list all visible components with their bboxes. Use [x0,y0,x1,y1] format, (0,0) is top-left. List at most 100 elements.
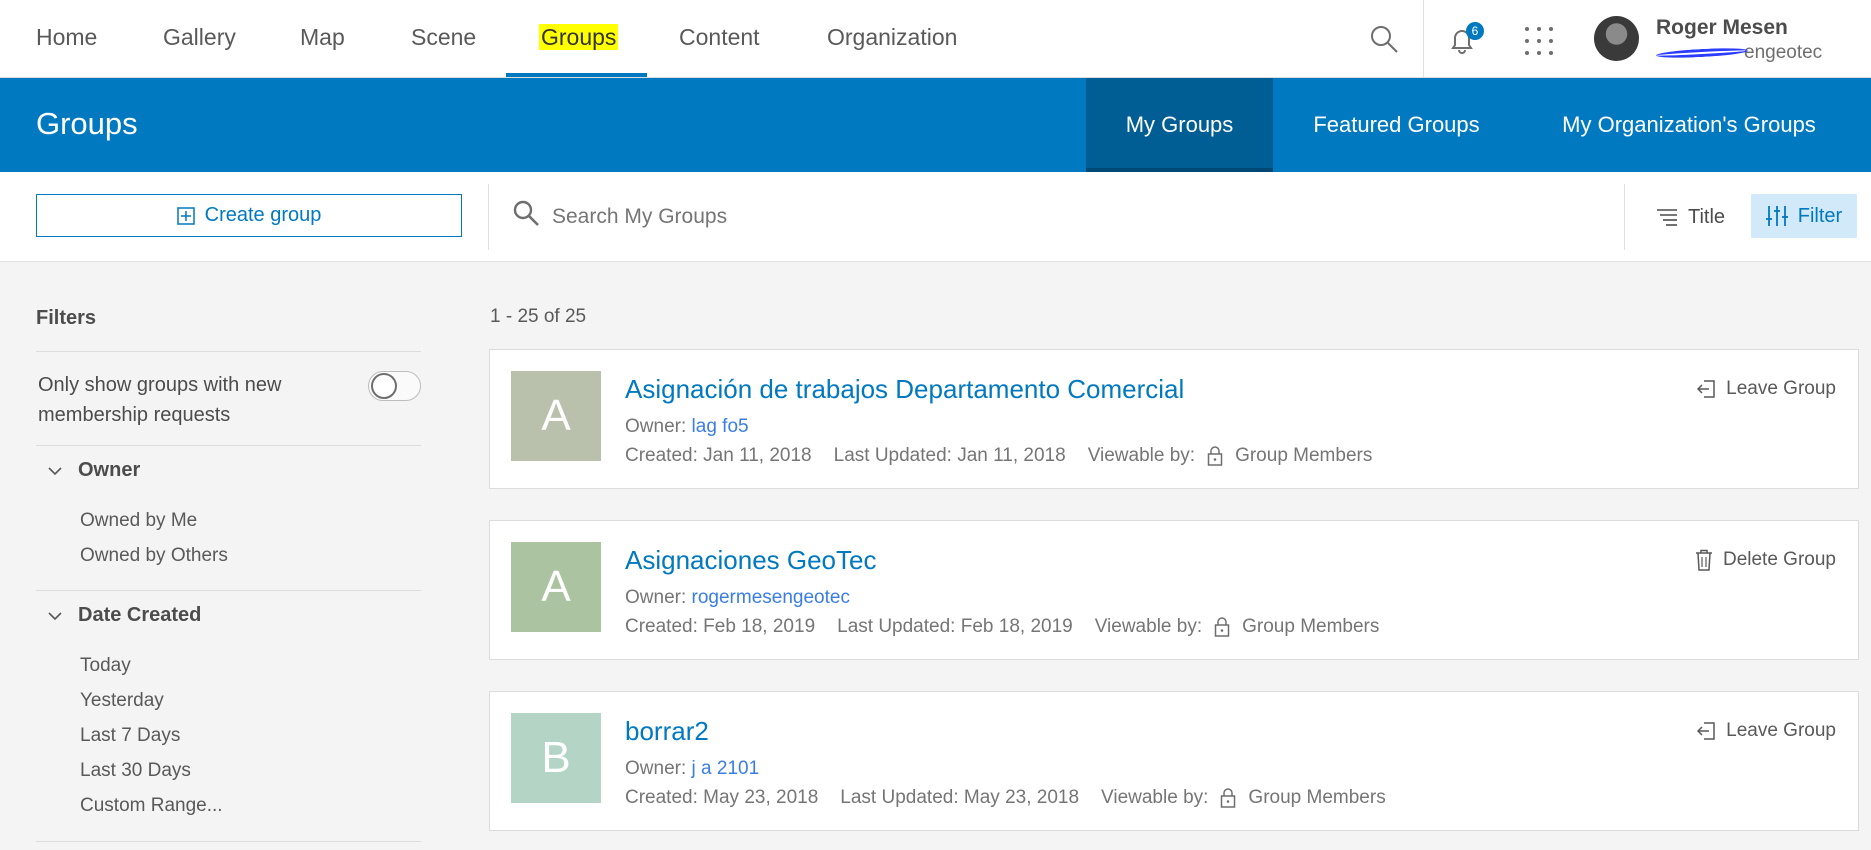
updated-date: May 23, 2018 [963,787,1080,808]
chevron-down-icon [48,611,62,621]
search-groups-input[interactable] [552,198,1112,236]
viewable-label: Viewable by: [1101,787,1209,808]
toolbar-divider [488,184,489,250]
created-date: May 23, 2018 [703,787,819,808]
group-thumbnail[interactable]: A [511,542,601,632]
group-owner: Owner: lag fo5 [625,416,749,438]
owner-section-header[interactable]: Owner [48,459,140,482]
filter-custom-range[interactable]: Custom Range... [80,795,223,817]
owner-name[interactable]: lag fo5 [692,416,749,437]
viewable-label: Viewable by: [1087,445,1196,466]
filter-button[interactable]: Filter [1751,194,1857,238]
group-thumbnail[interactable]: A [511,371,601,461]
group-card: A Asignaciones GeoTec Owner: rogermeseng… [489,520,1859,660]
group-meta: Created: Feb 18, 2019 Last Updated: Feb … [625,616,1379,638]
owner-label: Owner: [625,587,687,608]
sliders-icon [1765,205,1788,227]
group-owner: Owner: rogermesengeotec [625,587,850,609]
membership-requests-toggle[interactable] [368,371,421,401]
membership-requests-toggle-label: Only show groups with new membership req… [38,374,282,426]
tab-featured-groups[interactable]: Featured Groups [1273,78,1520,172]
nav-organization[interactable]: Organization [827,24,957,51]
lock-icon [1220,788,1236,808]
owner-section-title: Owner [78,459,141,481]
leave-group-label: Leave Group [1726,720,1836,741]
results-count: 1 - 25 of 25 [490,306,587,327]
filter-owned-by-me[interactable]: Owned by Me [80,510,197,532]
trash-icon [1695,549,1713,571]
group-card: A Asignación de trabajos Departamento Co… [489,349,1859,489]
active-nav-indicator [506,73,647,77]
viewable-value: Group Members [1242,616,1380,637]
filter-label: Filter [1797,204,1843,227]
sort-button[interactable]: Title [1656,196,1725,238]
group-thumbnail[interactable]: B [511,713,601,803]
sidebar-divider [36,841,421,842]
group-title-link[interactable]: Asignaciones GeoTec [625,545,876,576]
owner-name[interactable]: rogermesengeotec [692,587,850,608]
group-title-link[interactable]: borrar2 [625,716,709,747]
nav-scene[interactable]: Scene [411,24,476,51]
leave-group-label: Leave Group [1726,378,1836,399]
date-created-section-title: Date Created [78,604,202,626]
nav-home[interactable]: Home [36,24,97,51]
nav-gallery[interactable]: Gallery [163,24,236,51]
nav-groups[interactable]: Groups [539,24,619,51]
apps-grid-icon[interactable] [1524,26,1554,56]
filter-today[interactable]: Today [80,655,131,677]
group-meta: Created: May 23, 2018 Last Updated: May … [625,787,1386,809]
group-owner: Owner: j a 2101 [625,758,759,780]
created-label: Created: [625,616,698,637]
nav-groups-label: Groups [539,24,619,50]
sidebar-divider [36,351,421,352]
lock-icon [1214,617,1230,637]
date-created-section-header[interactable]: Date Created [48,604,201,627]
owner-label: Owner: [625,416,687,437]
lock-icon [1207,446,1223,466]
create-group-label: Create group [204,204,322,226]
nav-content[interactable]: Content [679,24,760,51]
user-name[interactable]: Roger Mesen [1656,16,1788,40]
created-label: Created: [625,787,698,808]
page-title: Groups [36,106,138,141]
tab-my-groups[interactable]: My Groups [1086,78,1273,172]
created-date: Feb 18, 2019 [703,616,816,637]
filters-title: Filters [36,307,97,329]
group-title-link[interactable]: Asignación de trabajos Departamento Come… [625,374,1184,405]
owner-label: Owner: [625,758,687,779]
filter-owned-by-others[interactable]: Owned by Others [80,545,228,567]
sidebar-divider [36,590,421,591]
search-icon[interactable] [1369,24,1399,54]
toolbar-divider [1624,184,1625,250]
viewable-label: Viewable by: [1094,616,1203,637]
leave-group-button[interactable]: Leave Group [1696,720,1836,742]
viewable-value: Group Members [1235,445,1373,466]
owner-name[interactable]: j a 2101 [692,758,760,779]
filter-last-7-days[interactable]: Last 7 Days [80,725,180,747]
top-divider [1423,0,1424,77]
leave-group-button[interactable]: Leave Group [1696,378,1836,400]
notifications-count-badge: 6 [1466,22,1484,40]
plus-square-icon [176,206,195,225]
chevron-down-icon [48,466,62,476]
toggle-knob [371,373,397,399]
group-meta: Created: Jan 11, 2018 Last Updated: Jan … [625,445,1372,467]
filter-last-30-days[interactable]: Last 30 Days [80,760,191,782]
sidebar-divider [36,445,421,446]
delete-group-button[interactable]: Delete Group [1695,549,1836,571]
created-label: Created: [625,445,698,466]
updated-date: Feb 18, 2019 [960,616,1073,637]
sort-lines-icon [1656,208,1678,226]
updated-date: Jan 11, 2018 [957,445,1066,466]
tab-organization-groups[interactable]: My Organization's Groups [1520,78,1858,172]
groups-toolbar: Create group Title Filter [0,172,1871,262]
created-date: Jan 11, 2018 [703,445,812,466]
filter-yesterday[interactable]: Yesterday [80,690,164,712]
updated-label: Last Updated: [840,787,959,808]
leave-icon [1696,379,1716,399]
user-avatar[interactable] [1594,16,1639,61]
search-icon [512,199,540,227]
create-group-button[interactable]: Create group [36,194,462,237]
nav-map[interactable]: Map [300,24,345,51]
sort-label: Title [1688,205,1726,228]
